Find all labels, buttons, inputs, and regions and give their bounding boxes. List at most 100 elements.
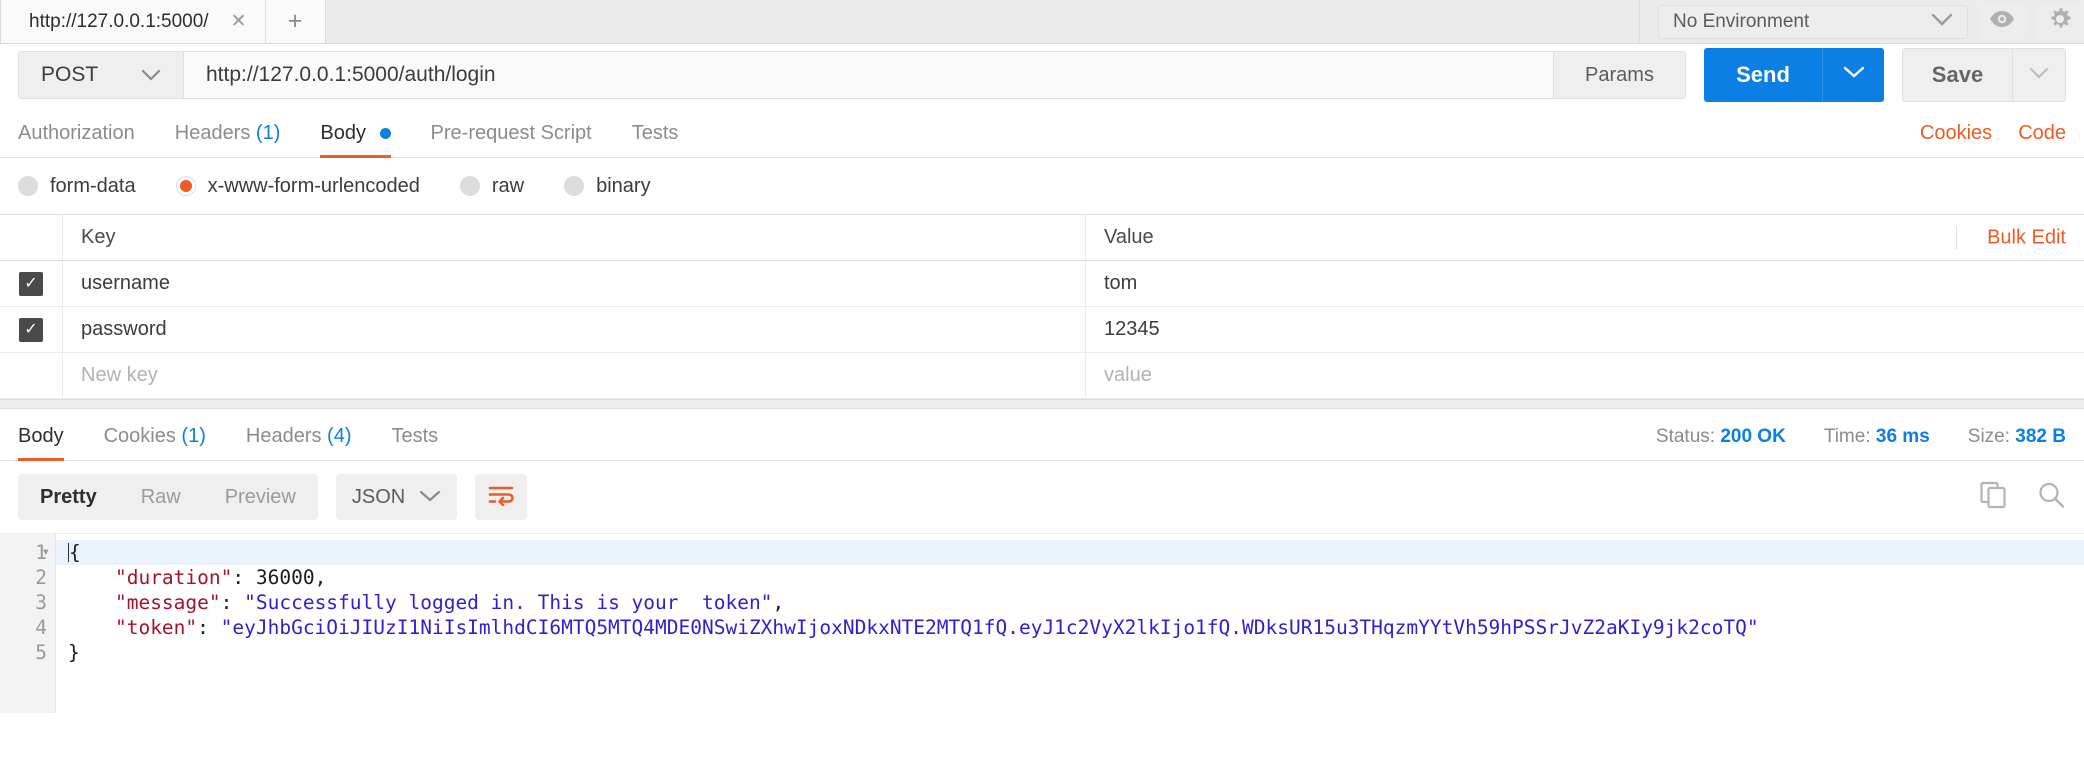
send-options-button[interactable] <box>1822 48 1884 102</box>
http-method-selector[interactable]: POST <box>18 51 183 99</box>
new-key-input[interactable]: New key <box>63 353 1086 398</box>
tab-pre-request-script[interactable]: Pre-request Script <box>411 122 612 157</box>
tab-headers-label: Headers <box>174 122 251 144</box>
environment-quicklook-button[interactable] <box>1978 4 2026 39</box>
radio-icon <box>564 176 585 196</box>
line-number: 3 <box>0 590 47 615</box>
code-line-4: "token": "eyJhbGciOiJIUzI1NiIsImlhdCI6MT… <box>68 615 2084 640</box>
body-type-raw-label: raw <box>491 174 525 197</box>
json-key-message: "message" <box>114 591 221 614</box>
save-button-group: Save <box>1902 48 2066 102</box>
json-brace-open: { <box>69 541 81 564</box>
save-button[interactable]: Save <box>1902 48 2012 102</box>
line-number: 5 <box>0 640 47 665</box>
code-link[interactable]: Code <box>2018 122 2066 145</box>
tab-pre-request-script-label: Pre-request Script <box>430 122 592 144</box>
row-value-input[interactable]: tom <box>1086 261 2084 306</box>
tab-headers[interactable]: Headers (1) <box>155 122 301 157</box>
json-key-token: "token" <box>114 616 198 639</box>
row-key-input[interactable]: password <box>63 307 1086 352</box>
body-type-binary-label: binary <box>596 174 651 197</box>
json-comma: , <box>772 591 785 614</box>
row-value-input[interactable]: 12345 <box>1086 307 2084 352</box>
line-number: 4 <box>0 615 47 640</box>
view-mode-preview[interactable]: Preview <box>203 474 318 520</box>
body-type-form-data[interactable]: form-data <box>18 175 136 198</box>
response-json-content[interactable]: { "duration": 36000, "message": "Success… <box>56 534 2084 713</box>
code-line-1: { <box>56 540 2084 565</box>
body-type-urlencoded-label: x-www-form-urlencoded <box>207 174 420 197</box>
tab-body[interactable]: Body <box>300 122 410 158</box>
new-value-input[interactable]: value <box>1086 353 2084 398</box>
line-number-5: 5 <box>35 641 47 664</box>
response-body-viewer[interactable]: 1 ▾ 2 3 4 5 { "duration": 36000, "messag… <box>0 533 2084 713</box>
request-tab[interactable]: http://127.0.0.1:5000/ ✕ <box>0 0 266 43</box>
response-toolbar: Pretty Raw Preview JSON <box>0 461 2084 533</box>
params-button[interactable]: Params <box>1554 51 1686 99</box>
radio-icon <box>18 176 38 196</box>
request-tab-label: http://127.0.0.1:5000/ <box>29 10 209 32</box>
body-type-urlencoded[interactable]: x-www-form-urlencoded <box>175 174 420 198</box>
response-format-selector[interactable]: JSON <box>335 474 458 520</box>
time-label: Time: <box>1823 426 1871 447</box>
table-row: ✓ username tom <box>0 261 2084 307</box>
search-icon[interactable] <box>2036 480 2066 515</box>
body-type-options: form-data x-www-form-urlencoded raw bina… <box>0 158 2084 214</box>
url-bar: POST http://127.0.0.1:5000/auth/login Pa… <box>0 44 2084 106</box>
row-checkbox-cell[interactable]: ✓ <box>0 307 63 352</box>
tab-tests[interactable]: Tests <box>612 122 699 157</box>
view-mode-pretty-label: Pretty <box>40 485 97 508</box>
tab-body-label: Body <box>320 122 366 144</box>
word-wrap-button[interactable] <box>475 474 528 520</box>
tab-tests-label: Tests <box>631 122 679 144</box>
chevron-down-icon <box>2029 66 2049 84</box>
radio-icon <box>459 176 480 196</box>
copy-icon[interactable] <box>1978 480 2008 515</box>
table-row: ✓ password 12345 <box>0 307 2084 353</box>
checkbox-checked-icon[interactable]: ✓ <box>19 317 43 342</box>
response-divider[interactable] <box>0 399 2084 409</box>
url-input-value: http://127.0.0.1:5000/auth/login <box>206 63 496 86</box>
postman-window: http://127.0.0.1:5000/ ✕ + No Environmen… <box>0 0 2084 758</box>
environment-zone: No Environment <box>1639 0 2084 43</box>
cookies-link[interactable]: Cookies <box>1920 122 1992 145</box>
json-value-duration: 36000 <box>255 566 315 589</box>
params-button-label: Params <box>1585 63 1654 86</box>
bulk-edit-link[interactable]: Bulk Edit <box>1956 226 2066 249</box>
response-tab-tests[interactable]: Tests <box>372 425 459 460</box>
save-options-button[interactable] <box>2012 48 2066 102</box>
body-type-binary[interactable]: binary <box>564 174 651 198</box>
view-mode-pretty[interactable]: Pretty <box>18 474 119 520</box>
tab-strip: http://127.0.0.1:5000/ ✕ + No Environmen… <box>0 0 2084 44</box>
response-tab-tests-label: Tests <box>391 425 439 447</box>
send-button[interactable]: Send <box>1704 48 1822 102</box>
environment-selector[interactable]: No Environment <box>1658 4 1968 39</box>
size-badge: Size: 382 B <box>1968 426 2066 448</box>
response-tab-body[interactable]: Body <box>18 425 84 461</box>
json-brace-close: } <box>68 641 80 664</box>
response-tab-headers-count: (4) <box>327 425 352 447</box>
fold-toggle-icon[interactable]: ▾ <box>42 540 50 565</box>
settings-button[interactable] <box>2036 4 2084 39</box>
tab-headers-count: (1) <box>255 122 281 144</box>
close-icon[interactable]: ✕ <box>231 12 247 31</box>
http-method-label: POST <box>41 63 99 86</box>
checkbox-checked-icon[interactable]: ✓ <box>19 271 43 296</box>
body-type-raw[interactable]: raw <box>459 174 525 198</box>
new-tab-button[interactable]: + <box>265 0 326 43</box>
view-mode-raw[interactable]: Raw <box>119 474 203 520</box>
size-value: 382 B <box>2015 426 2066 447</box>
url-input[interactable]: http://127.0.0.1:5000/auth/login <box>183 51 1554 99</box>
response-tab-headers[interactable]: Headers (4) <box>226 425 372 460</box>
row-key-input[interactable]: username <box>63 261 1086 306</box>
tab-authorization[interactable]: Authorization <box>18 122 155 157</box>
response-tab-cookies-label: Cookies <box>103 425 176 447</box>
environment-selector-label: No Environment <box>1673 10 1810 32</box>
send-button-group: Send <box>1704 48 1884 102</box>
row-checkbox-cell[interactable]: ✓ <box>0 261 63 306</box>
json-value-token: "eyJhbGciOiJIUzI1NiIsImlhdCI6MTQ5MTQ4MDE… <box>220 616 1759 639</box>
line-number: 1 ▾ <box>0 540 50 565</box>
response-tab-cookies[interactable]: Cookies (1) <box>84 425 226 460</box>
body-modified-dot-icon <box>379 128 391 140</box>
table-header-row: Key Value Bulk Edit <box>0 215 2084 261</box>
